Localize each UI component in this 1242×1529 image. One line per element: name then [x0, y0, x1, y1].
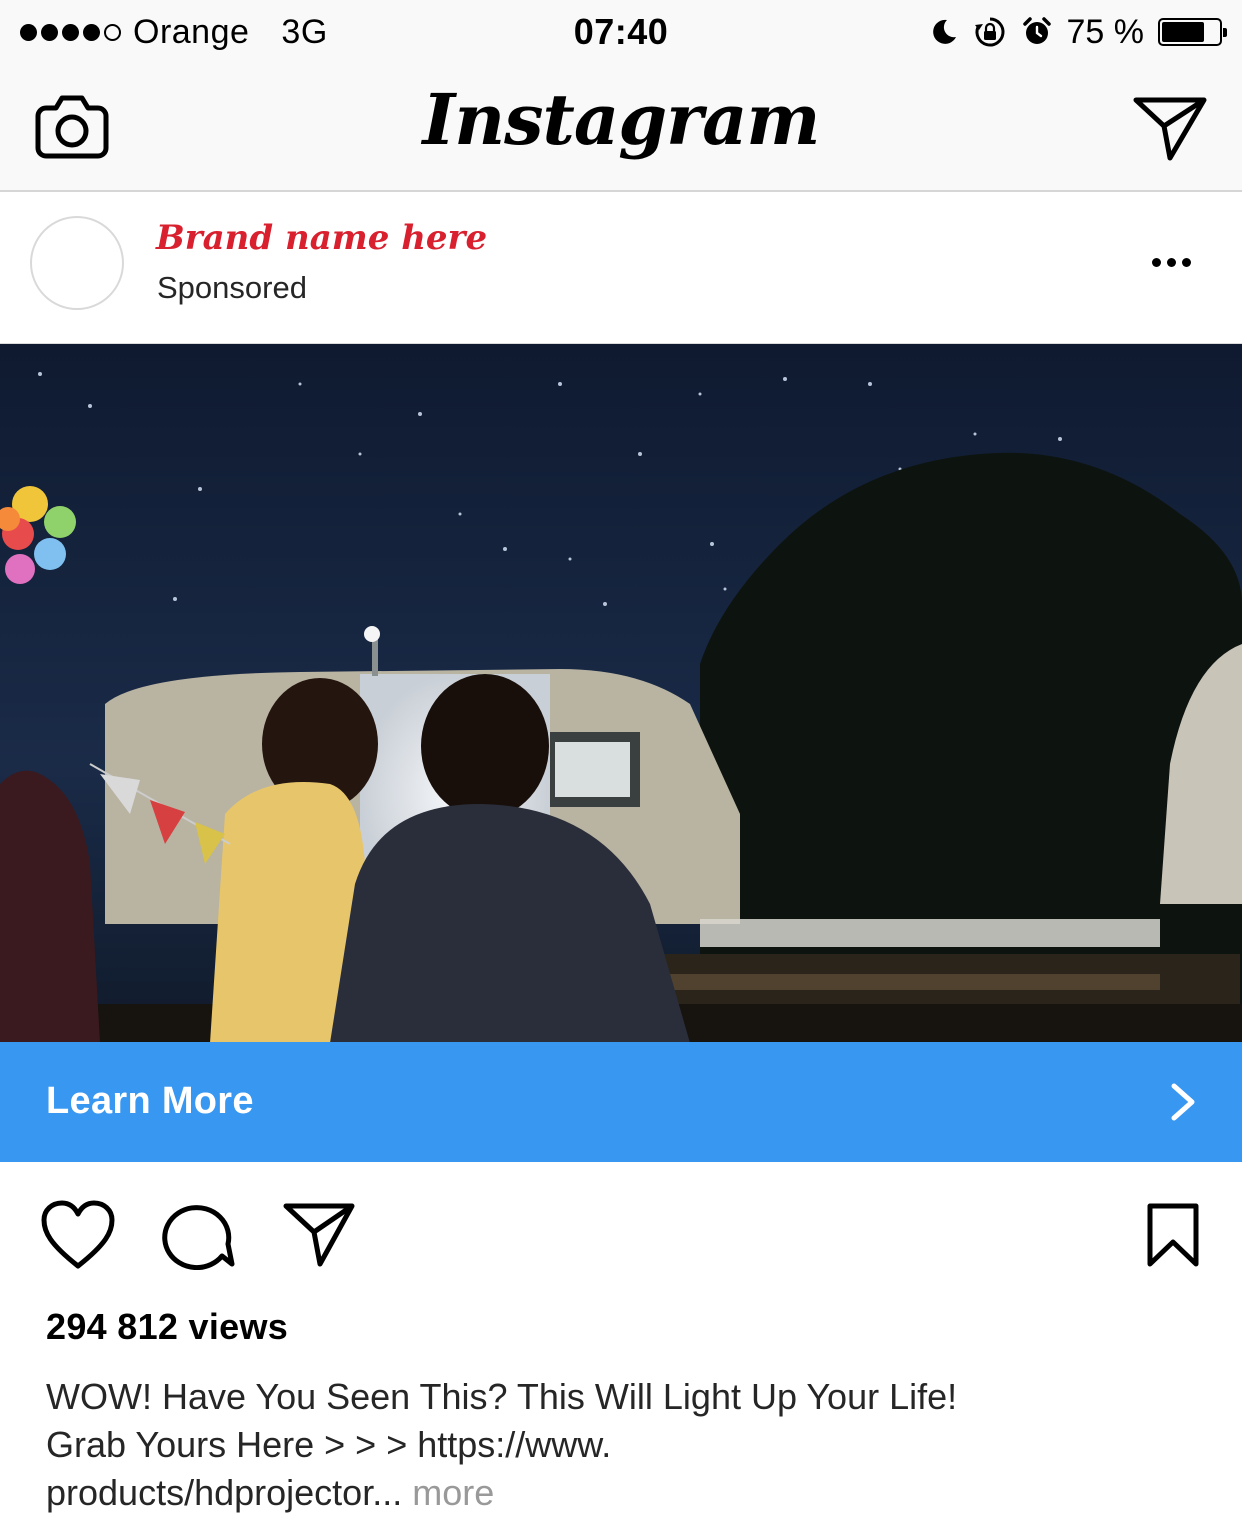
like-button[interactable] [40, 1200, 116, 1275]
heart-icon [41, 1200, 115, 1269]
bookmark-icon [1147, 1203, 1199, 1267]
save-button[interactable] [1144, 1202, 1202, 1273]
view-count: 294 812 views [46, 1306, 289, 1347]
caption-line: Grab Yours Here > > > https://www. [46, 1424, 612, 1465]
caption-line-text: products/hdprojector... [46, 1472, 403, 1513]
post-actions [0, 1162, 1242, 1302]
direct-message-button[interactable] [1132, 96, 1208, 162]
avatar[interactable] [30, 216, 124, 310]
cta-label: Learn More [46, 1080, 254, 1122]
battery-icon [1158, 18, 1227, 46]
battery-level-fill [1162, 22, 1204, 42]
comment-button[interactable] [162, 1200, 236, 1275]
more-link[interactable]: more [412, 1472, 494, 1513]
share-button[interactable] [282, 1202, 356, 1273]
rotation-lock-icon [974, 17, 1004, 47]
instagram-logo: Instagram [422, 78, 821, 161]
more-options-icon[interactable] [1152, 248, 1196, 276]
status-bar: Orange 3G 07:40 75 % [0, 0, 1242, 64]
post-video[interactable] [0, 343, 1242, 1042]
sponsored-label: Sponsored [157, 270, 307, 305]
do-not-disturb-icon [932, 19, 956, 44]
comment-icon [162, 1205, 235, 1271]
brand-name[interactable]: Brand name here [156, 218, 487, 258]
post-header: Brand name here Sponsored [0, 192, 1242, 342]
chevron-right-icon [1171, 1083, 1195, 1121]
caption-line: WOW! Have You Seen This? This Will Light… [46, 1376, 958, 1417]
battery-percent: 75 % [1066, 12, 1145, 51]
video-frame [0, 344, 1242, 1042]
share-icon [283, 1203, 355, 1267]
caption-line: products/hdprojector... more [46, 1469, 1206, 1517]
learn-more-button[interactable]: Learn More [0, 1042, 1242, 1162]
alarm-icon [1022, 17, 1051, 44]
nav-bar: Instagram [0, 64, 1242, 192]
direct-message-icon [1133, 97, 1207, 161]
post-caption: WOW! Have You Seen This? This Will Light… [46, 1373, 1206, 1517]
status-right: 75 % [929, 10, 1227, 54]
